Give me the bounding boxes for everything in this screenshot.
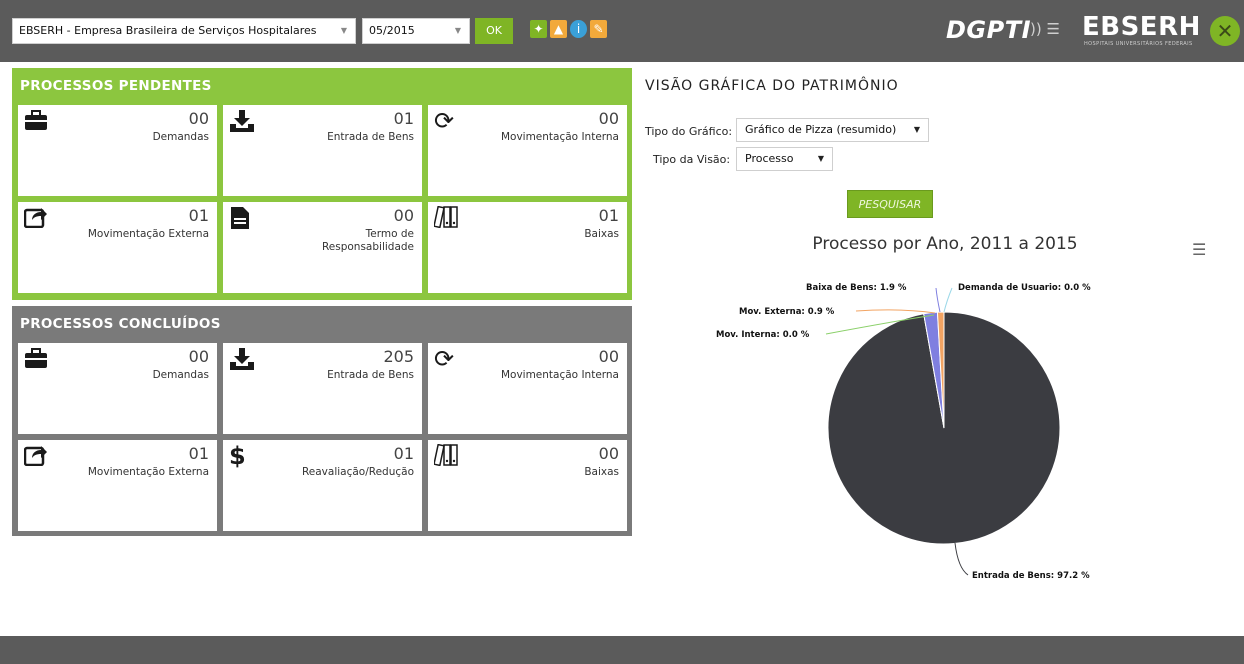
tile-label: Demandas bbox=[152, 131, 209, 143]
brazil-map-icon[interactable]: ✦ bbox=[530, 20, 547, 38]
hamburger-menu-icon[interactable]: ☰ bbox=[1192, 240, 1206, 259]
pie-leader-line bbox=[855, 309, 936, 314]
tile-movimentacao-interna[interactable]: ⟳ 00 Movimentação Interna bbox=[428, 105, 627, 196]
pie-slice-demanda-de-usuario[interactable] bbox=[923, 313, 945, 429]
pie-label-demanda: Demanda de Usuario: 0.0 % bbox=[958, 283, 1091, 293]
chart-type-select[interactable]: Gráfico de Pizza (resumido) ▼ bbox=[736, 118, 929, 142]
tile-label: Entrada de Bens bbox=[327, 131, 414, 143]
chevron-down-icon: ▼ bbox=[913, 125, 920, 134]
pie-label-mov-interna: Mov. Interna: 0.0 % bbox=[716, 330, 810, 340]
tile-label: Baixas bbox=[584, 466, 619, 478]
chart-type-value: Gráfico de Pizza (resumido) bbox=[745, 123, 897, 136]
panel-title: PROCESSOS PENDENTES bbox=[20, 78, 212, 94]
tile-termo-de-responsabilidade[interactable]: 00 Termo de Responsabilidade bbox=[223, 202, 422, 293]
document-icon bbox=[229, 206, 255, 230]
tile-count: 00 bbox=[188, 347, 209, 366]
chevron-down-icon: ▼ bbox=[340, 26, 347, 35]
share-icon bbox=[23, 444, 50, 468]
chevron-down-icon: ▼ bbox=[817, 154, 824, 163]
tile-count: 00 bbox=[393, 206, 414, 225]
tile-movimentacao-interna[interactable]: ⟳ 00 Movimentação Interna bbox=[428, 343, 627, 434]
dollar-icon: $ bbox=[229, 442, 246, 470]
tile-entrada-de-bens[interactable]: 205 Entrada de Bens bbox=[223, 343, 422, 434]
period-select[interactable]: 05/2015 ▼ bbox=[362, 18, 470, 44]
tile-demandas[interactable]: 00 Demandas bbox=[18, 105, 217, 196]
pie-leader-line bbox=[825, 314, 935, 335]
view-type-label: Tipo da Visão: bbox=[653, 153, 731, 166]
pie-leader-line bbox=[935, 287, 941, 313]
pie-leader-line bbox=[943, 287, 953, 313]
completed-processes-panel: PROCESSOS CONCLUÍDOS 00 Demandas 205 Ent… bbox=[12, 306, 632, 536]
tile-label: Entrada de Bens bbox=[327, 369, 414, 381]
pie-leader-line bbox=[954, 542, 969, 576]
tile-label: Baixas bbox=[584, 228, 619, 240]
chart-title: Processo por Ano, 2011 a 2015 bbox=[812, 234, 1078, 254]
ebserh-subtitle: HOSPITAIS UNIVERSITÁRIOS FEDERAIS bbox=[1084, 41, 1193, 47]
organization-select[interactable]: EBSERH - Empresa Brasileira de Serviços … bbox=[12, 18, 356, 44]
top-bar: EBSERH - Empresa Brasileira de Serviços … bbox=[0, 0, 1244, 62]
search-button[interactable]: PESQUISAR bbox=[847, 190, 933, 218]
tile-count: 00 bbox=[598, 109, 619, 128]
tile-count: 01 bbox=[188, 444, 209, 463]
tile-label: Movimentação Interna bbox=[500, 131, 619, 143]
close-icon[interactable]: ✕ bbox=[1210, 16, 1240, 46]
archive-icon bbox=[433, 443, 460, 468]
dgpti-logo: DGPTI bbox=[946, 16, 1032, 44]
organization-select-value: EBSERH - Empresa Brasileira de Serviços … bbox=[19, 24, 317, 37]
share-icon bbox=[23, 206, 50, 230]
tile-label: Movimentação Externa bbox=[87, 228, 209, 240]
tile-count: 01 bbox=[598, 206, 619, 225]
signal-icon: )) ☰ bbox=[1030, 20, 1060, 38]
tile-movimentacao-externa[interactable]: 01 Movimentação Externa bbox=[18, 440, 217, 531]
pie-label-mov-externa: Mov. Externa: 0.9 % bbox=[739, 307, 835, 317]
edit-icon[interactable]: ✎ bbox=[590, 20, 607, 38]
pie-label-entrada: Entrada de Bens: 97.2 % bbox=[972, 571, 1090, 581]
tile-count: 205 bbox=[383, 347, 414, 366]
pending-processes-panel: PROCESSOS PENDENTES 00 Demandas 01 Entra… bbox=[12, 68, 632, 300]
briefcase-icon bbox=[24, 109, 50, 133]
pie-slice-baixa-de-bens[interactable] bbox=[923, 311, 945, 429]
refresh-icon: ⟳ bbox=[434, 107, 455, 135]
tile-count: 01 bbox=[393, 444, 414, 463]
tile-movimentacao-externa[interactable]: 01 Movimentação Externa bbox=[18, 202, 217, 293]
period-select-value: 05/2015 bbox=[369, 24, 415, 37]
pie-slice-mov-externa[interactable] bbox=[936, 311, 945, 429]
chevron-down-icon: ▼ bbox=[454, 26, 461, 35]
tile-count: 00 bbox=[598, 347, 619, 366]
panel-title: PROCESSOS CONCLUÍDOS bbox=[20, 316, 221, 332]
view-type-value: Processo bbox=[745, 152, 794, 165]
briefcase-icon bbox=[24, 347, 50, 371]
tile-count: 01 bbox=[393, 109, 414, 128]
chart-type-label: Tipo do Gráfico: bbox=[645, 125, 733, 138]
tile-label: Movimentação Externa bbox=[87, 466, 209, 478]
tile-baixas[interactable]: 00 Baixas bbox=[428, 440, 627, 531]
bottom-bar bbox=[0, 636, 1244, 664]
download-icon bbox=[229, 109, 255, 133]
archive-icon bbox=[433, 205, 460, 230]
ok-button[interactable]: OK bbox=[475, 18, 513, 44]
tile-label: Reavaliação/Redução bbox=[301, 466, 414, 478]
tile-label: Termo de Responsabilidade bbox=[321, 228, 414, 253]
pie-slice-entrada-de-bens[interactable] bbox=[827, 311, 1061, 545]
download-icon bbox=[229, 347, 255, 371]
tile-demandas[interactable]: 00 Demandas bbox=[18, 343, 217, 434]
tile-count: 00 bbox=[188, 109, 209, 128]
refresh-icon: ⟳ bbox=[434, 345, 455, 373]
tile-label: Demandas bbox=[152, 369, 209, 381]
tile-count: 01 bbox=[188, 206, 209, 225]
tile-count: 00 bbox=[598, 444, 619, 463]
tile-baixas[interactable]: 01 Baixas bbox=[428, 202, 627, 293]
chart-panel-title: VISÃO GRÁFICA DO PATRIMÔNIO bbox=[645, 78, 899, 94]
tile-label: Movimentação Interna bbox=[500, 369, 619, 381]
info-icon[interactable]: i bbox=[570, 20, 587, 38]
pie-label-baixa: Baixa de Bens: 1.9 % bbox=[806, 283, 907, 293]
tile-reavaliacao-reducao[interactable]: $ 01 Reavaliação/Redução bbox=[223, 440, 422, 531]
view-type-select[interactable]: Processo ▼ bbox=[736, 147, 833, 171]
ebserh-logo: EBSERH bbox=[1082, 12, 1201, 42]
tile-entrada-de-bens[interactable]: 01 Entrada de Bens bbox=[223, 105, 422, 196]
chart-icon[interactable]: ▲ bbox=[550, 20, 567, 38]
